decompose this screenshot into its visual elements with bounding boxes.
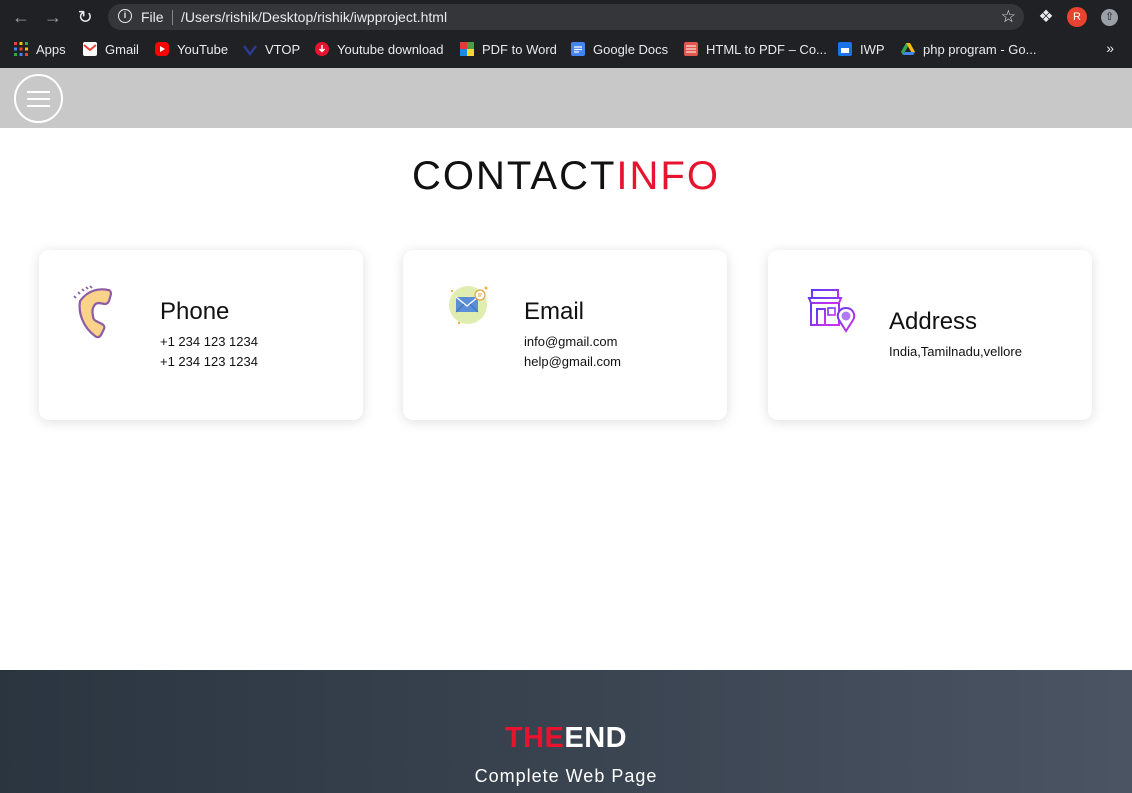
address-line: India,Tamilnadu,vellore xyxy=(889,344,1022,359)
address-card: Address India,Tamilnadu,vellore xyxy=(768,250,1092,420)
gmail-icon xyxy=(83,42,97,56)
forward-arrow-icon[interactable]: → xyxy=(42,6,64,28)
back-arrow-icon[interactable]: ← xyxy=(10,6,32,28)
page-title-accent: INFO xyxy=(616,154,720,198)
menu-line xyxy=(27,105,50,107)
bookmark-label: php program - Go... xyxy=(923,41,1037,57)
footer-title: THEEND xyxy=(0,722,1132,755)
info-icon[interactable]: i xyxy=(118,9,132,23)
bookmark-youtube-download[interactable]: Youtube download xyxy=(315,38,444,60)
bookmark-gmail[interactable]: Gmail xyxy=(83,38,139,60)
page-title: CONTACTINFO xyxy=(0,154,1132,199)
bookmark-php-program[interactable]: php program - Go... xyxy=(901,38,1036,60)
more-bookmarks-chevron-icon[interactable]: » xyxy=(1106,40,1114,56)
bookmark-youtube[interactable]: YouTube xyxy=(155,38,228,60)
hamburger-menu-icon[interactable] xyxy=(14,74,63,123)
menu-line xyxy=(27,91,50,93)
bookmark-label: VTOP xyxy=(265,41,301,57)
phone-number-1: +1 234 123 1234 xyxy=(160,334,258,349)
address-bar[interactable]: i File /Users/rishik/Desktop/rishik/iwpp… xyxy=(108,4,1024,30)
bookmark-label: PDF to Word xyxy=(482,41,557,57)
bookmark-label: IWP xyxy=(860,41,885,57)
youtube-download-icon xyxy=(315,42,329,56)
apps-grid-icon xyxy=(14,42,28,56)
bookmark-html-to-pdf[interactable]: HTML to PDF – Co... xyxy=(684,38,827,60)
bookmark-label: HTML to PDF – Co... xyxy=(706,41,827,57)
email-address-1: info@gmail.com xyxy=(524,334,618,349)
phone-icon xyxy=(71,284,133,347)
menu-line xyxy=(27,98,50,100)
bookmark-label: Google Docs xyxy=(593,41,669,57)
bookmark-star-icon[interactable]: ☆ xyxy=(1001,7,1016,27)
bookmarks-bar: Apps Gmail YouTube VTOP Youtube download xyxy=(0,38,1132,60)
footer-title-accent: THE xyxy=(504,722,565,754)
browser-toolbar: ← → ↻ i File /Users/rishik/Desktop/rishi… xyxy=(0,0,1132,34)
bookmark-apps[interactable]: Apps xyxy=(14,38,66,60)
youtube-icon xyxy=(155,42,169,56)
site-header xyxy=(0,68,1132,128)
google-drive-icon xyxy=(901,42,915,56)
phone-heading: Phone xyxy=(160,298,230,325)
pdf-to-word-icon xyxy=(460,42,474,56)
address-heading: Address xyxy=(889,308,978,335)
url-scheme-label: File xyxy=(141,9,164,25)
site-footer: THEEND Complete Web Page xyxy=(0,670,1132,793)
bookmark-pdf-to-word[interactable]: PDF to Word xyxy=(460,38,557,60)
google-docs-icon xyxy=(571,42,585,56)
page-title-main: CONTACT xyxy=(412,154,617,198)
browser-chrome: ← → ↻ i File /Users/rishik/Desktop/rishi… xyxy=(0,0,1132,68)
bookmark-iwp[interactable]: IWP xyxy=(838,38,885,60)
bookmark-label: Apps xyxy=(36,41,66,57)
vtop-icon xyxy=(243,42,257,57)
bookmark-label: YouTube xyxy=(177,41,229,57)
url-text[interactable]: /Users/rishik/Desktop/rishik/iwpproject.… xyxy=(181,9,447,25)
bookmark-google-docs[interactable]: Google Docs xyxy=(571,38,668,60)
email-card: Email info@gmail.com help@gmail.com xyxy=(403,250,727,420)
address-divider xyxy=(172,10,173,25)
phone-card: Phone +1 234 123 1234 +1 234 123 1234 xyxy=(39,250,363,420)
html-to-pdf-icon xyxy=(684,42,698,56)
email-heading: Email xyxy=(524,298,585,325)
bookmark-label: Gmail xyxy=(105,41,139,57)
footer-subtitle: Complete Web Page xyxy=(474,766,658,786)
email-icon xyxy=(447,283,493,332)
update-arrow-icon[interactable]: ⇧ xyxy=(1101,9,1118,26)
footer-title-main: END xyxy=(564,722,628,754)
bookmark-vtop[interactable]: VTOP xyxy=(243,38,300,60)
phone-number-2: +1 234 123 1234 xyxy=(160,354,258,369)
profile-avatar[interactable]: R xyxy=(1067,7,1087,27)
iwp-icon xyxy=(838,42,852,56)
reload-icon[interactable]: ↻ xyxy=(74,6,96,28)
address-icon xyxy=(806,284,862,345)
email-address-2: help@gmail.com xyxy=(524,354,622,369)
bookmark-label: Youtube download xyxy=(337,41,444,57)
extensions-puzzle-icon[interactable]: ❖ xyxy=(1036,7,1056,27)
